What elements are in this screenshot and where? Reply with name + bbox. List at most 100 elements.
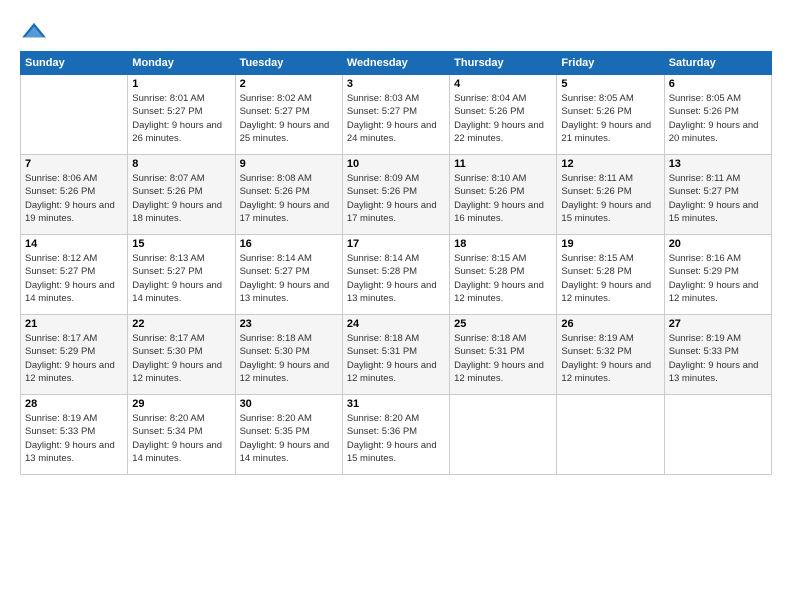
cell-details: Sunrise: 8:10 AMSunset: 5:26 PMDaylight:… bbox=[454, 172, 552, 225]
week-row-2: 7 Sunrise: 8:06 AMSunset: 5:26 PMDaylight… bbox=[21, 155, 772, 235]
cell-details: Sunrise: 8:19 AMSunset: 5:33 PMDaylight:… bbox=[669, 332, 767, 385]
calendar-cell: 20 Sunrise: 8:16 AMSunset: 5:29 PMDayligh… bbox=[664, 235, 771, 315]
cell-details: Sunrise: 8:07 AMSunset: 5:26 PMDaylight:… bbox=[132, 172, 230, 225]
cell-details: Sunrise: 8:05 AMSunset: 5:26 PMDaylight:… bbox=[669, 92, 767, 145]
cell-details: Sunrise: 8:09 AMSunset: 5:26 PMDaylight:… bbox=[347, 172, 445, 225]
logo-icon bbox=[20, 21, 48, 41]
cell-details: Sunrise: 8:12 AMSunset: 5:27 PMDaylight:… bbox=[25, 252, 123, 305]
calendar-cell: 25 Sunrise: 8:18 AMSunset: 5:31 PMDayligh… bbox=[450, 315, 557, 395]
week-row-4: 21 Sunrise: 8:17 AMSunset: 5:29 PMDayligh… bbox=[21, 315, 772, 395]
cell-details: Sunrise: 8:20 AMSunset: 5:36 PMDaylight:… bbox=[347, 412, 445, 465]
calendar-cell: 14 Sunrise: 8:12 AMSunset: 5:27 PMDayligh… bbox=[21, 235, 128, 315]
calendar-cell: 10Sunrise: 8:09 AMSunset: 5:26 PMDayligh… bbox=[342, 155, 449, 235]
day-number: 2 bbox=[240, 78, 338, 90]
calendar-cell: 31 Sunrise: 8:20 AMSunset: 5:36 PMDayligh… bbox=[342, 395, 449, 475]
cell-details: Sunrise: 8:18 AMSunset: 5:31 PMDaylight:… bbox=[454, 332, 552, 385]
day-number: 26 bbox=[561, 318, 659, 330]
weekday-header-friday: Friday bbox=[557, 52, 664, 75]
cell-details: Sunrise: 8:03 AMSunset: 5:27 PMDaylight:… bbox=[347, 92, 445, 145]
day-number: 25 bbox=[454, 318, 552, 330]
day-number: 24 bbox=[347, 318, 445, 330]
calendar-cell: 21 Sunrise: 8:17 AMSunset: 5:29 PMDayligh… bbox=[21, 315, 128, 395]
day-number: 1 bbox=[132, 78, 230, 90]
day-number: 4 bbox=[454, 78, 552, 90]
day-number: 5 bbox=[561, 78, 659, 90]
calendar-cell: 12Sunrise: 8:11 AMSunset: 5:26 PMDayligh… bbox=[557, 155, 664, 235]
cell-details: Sunrise: 8:15 AMSunset: 5:28 PMDaylight:… bbox=[454, 252, 552, 305]
calendar-table: SundayMondayTuesdayWednesdayThursdayFrid… bbox=[20, 51, 772, 475]
calendar-cell: 29Sunrise: 8:20 AMSunset: 5:34 PMDayligh… bbox=[128, 395, 235, 475]
header bbox=[20, 20, 772, 41]
day-number: 27 bbox=[669, 318, 767, 330]
calendar-cell bbox=[450, 395, 557, 475]
day-number: 15 bbox=[132, 238, 230, 250]
day-number: 28 bbox=[25, 398, 123, 410]
calendar-cell: 8 Sunrise: 8:07 AMSunset: 5:26 PMDaylight… bbox=[128, 155, 235, 235]
cell-details: Sunrise: 8:04 AMSunset: 5:26 PMDaylight:… bbox=[454, 92, 552, 145]
day-number: 3 bbox=[347, 78, 445, 90]
day-number: 7 bbox=[25, 158, 123, 170]
calendar-cell: 16Sunrise: 8:14 AMSunset: 5:27 PMDayligh… bbox=[235, 235, 342, 315]
day-number: 23 bbox=[240, 318, 338, 330]
calendar-cell: 6 Sunrise: 8:05 AMSunset: 5:26 PMDaylight… bbox=[664, 75, 771, 155]
day-number: 8 bbox=[132, 158, 230, 170]
weekday-header-saturday: Saturday bbox=[664, 52, 771, 75]
weekday-header-thursday: Thursday bbox=[450, 52, 557, 75]
day-number: 17 bbox=[347, 238, 445, 250]
weekday-header-wednesday: Wednesday bbox=[342, 52, 449, 75]
calendar-cell: 4 Sunrise: 8:04 AMSunset: 5:26 PMDaylight… bbox=[450, 75, 557, 155]
calendar-cell bbox=[21, 75, 128, 155]
calendar-cell: 1 Sunrise: 8:01 AMSunset: 5:27 PMDaylight… bbox=[128, 75, 235, 155]
week-row-3: 14 Sunrise: 8:12 AMSunset: 5:27 PMDayligh… bbox=[21, 235, 772, 315]
cell-details: Sunrise: 8:19 AMSunset: 5:32 PMDaylight:… bbox=[561, 332, 659, 385]
calendar-cell: 24Sunrise: 8:18 AMSunset: 5:31 PMDayligh… bbox=[342, 315, 449, 395]
calendar-cell: 18 Sunrise: 8:15 AMSunset: 5:28 PMDayligh… bbox=[450, 235, 557, 315]
cell-details: Sunrise: 8:16 AMSunset: 5:29 PMDaylight:… bbox=[669, 252, 767, 305]
day-number: 18 bbox=[454, 238, 552, 250]
calendar-cell: 28 Sunrise: 8:19 AMSunset: 5:33 PMDayligh… bbox=[21, 395, 128, 475]
cell-details: Sunrise: 8:17 AMSunset: 5:29 PMDaylight:… bbox=[25, 332, 123, 385]
calendar-cell bbox=[664, 395, 771, 475]
logo bbox=[20, 20, 52, 41]
weekday-header-monday: Monday bbox=[128, 52, 235, 75]
weekday-header-sunday: Sunday bbox=[21, 52, 128, 75]
calendar-cell: 7 Sunrise: 8:06 AMSunset: 5:26 PMDaylight… bbox=[21, 155, 128, 235]
day-number: 21 bbox=[25, 318, 123, 330]
day-number: 19 bbox=[561, 238, 659, 250]
day-number: 22 bbox=[132, 318, 230, 330]
day-number: 11 bbox=[454, 158, 552, 170]
cell-details: Sunrise: 8:14 AMSunset: 5:28 PMDaylight:… bbox=[347, 252, 445, 305]
calendar-cell: 17 Sunrise: 8:14 AMSunset: 5:28 PMDayligh… bbox=[342, 235, 449, 315]
week-row-1: 1 Sunrise: 8:01 AMSunset: 5:27 PMDaylight… bbox=[21, 75, 772, 155]
day-number: 31 bbox=[347, 398, 445, 410]
cell-details: Sunrise: 8:11 AMSunset: 5:27 PMDaylight:… bbox=[669, 172, 767, 225]
day-number: 20 bbox=[669, 238, 767, 250]
cell-details: Sunrise: 8:14 AMSunset: 5:27 PMDaylight:… bbox=[240, 252, 338, 305]
day-number: 13 bbox=[669, 158, 767, 170]
calendar-cell: 30 Sunrise: 8:20 AMSunset: 5:35 PMDayligh… bbox=[235, 395, 342, 475]
calendar-cell: 23 Sunrise: 8:18 AMSunset: 5:30 PMDayligh… bbox=[235, 315, 342, 395]
cell-details: Sunrise: 8:18 AMSunset: 5:30 PMDaylight:… bbox=[240, 332, 338, 385]
calendar-cell: 27 Sunrise: 8:19 AMSunset: 5:33 PMDayligh… bbox=[664, 315, 771, 395]
cell-details: Sunrise: 8:01 AMSunset: 5:27 PMDaylight:… bbox=[132, 92, 230, 145]
cell-details: Sunrise: 8:20 AMSunset: 5:35 PMDaylight:… bbox=[240, 412, 338, 465]
calendar-cell bbox=[557, 395, 664, 475]
calendar-cell: 9Sunrise: 8:08 AMSunset: 5:26 PMDaylight… bbox=[235, 155, 342, 235]
calendar-cell: 26 Sunrise: 8:19 AMSunset: 5:32 PMDayligh… bbox=[557, 315, 664, 395]
calendar-cell: 2Sunrise: 8:02 AMSunset: 5:27 PMDaylight… bbox=[235, 75, 342, 155]
calendar-cell: 19 Sunrise: 8:15 AMSunset: 5:28 PMDayligh… bbox=[557, 235, 664, 315]
day-number: 30 bbox=[240, 398, 338, 410]
cell-details: Sunrise: 8:19 AMSunset: 5:33 PMDaylight:… bbox=[25, 412, 123, 465]
page-container: SundayMondayTuesdayWednesdayThursdayFrid… bbox=[0, 0, 792, 485]
calendar-cell: 22Sunrise: 8:17 AMSunset: 5:30 PMDayligh… bbox=[128, 315, 235, 395]
weekday-header-tuesday: Tuesday bbox=[235, 52, 342, 75]
calendar-cell: 5Sunrise: 8:05 AMSunset: 5:26 PMDaylight… bbox=[557, 75, 664, 155]
cell-details: Sunrise: 8:13 AMSunset: 5:27 PMDaylight:… bbox=[132, 252, 230, 305]
cell-details: Sunrise: 8:11 AMSunset: 5:26 PMDaylight:… bbox=[561, 172, 659, 225]
weekday-header-row: SundayMondayTuesdayWednesdayThursdayFrid… bbox=[21, 52, 772, 75]
cell-details: Sunrise: 8:06 AMSunset: 5:26 PMDaylight:… bbox=[25, 172, 123, 225]
calendar-cell: 11 Sunrise: 8:10 AMSunset: 5:26 PMDayligh… bbox=[450, 155, 557, 235]
day-number: 6 bbox=[669, 78, 767, 90]
day-number: 14 bbox=[25, 238, 123, 250]
cell-details: Sunrise: 8:15 AMSunset: 5:28 PMDaylight:… bbox=[561, 252, 659, 305]
